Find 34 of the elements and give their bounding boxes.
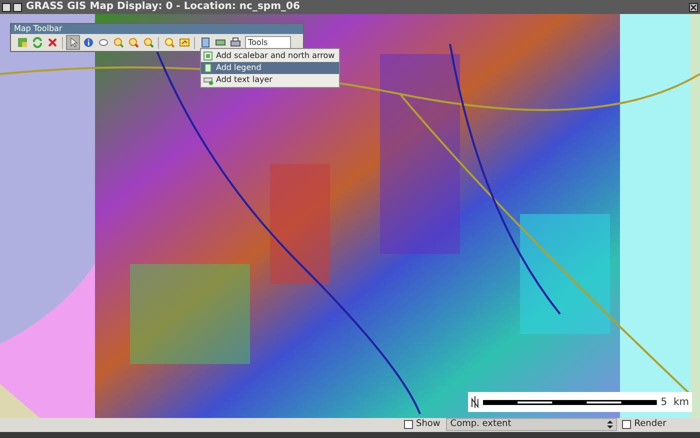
printer-icon <box>230 37 240 48</box>
refresh-icon <box>32 37 42 48</box>
document-icon <box>200 37 210 48</box>
zoom-out-icon <box>128 37 138 48</box>
map-drawing[interactable] <box>0 14 700 418</box>
menu-item[interactable]: Add scalebar and north arrow <box>201 50 339 62</box>
render-checkbox[interactable] <box>622 420 632 429</box>
tools-dropdown[interactable]: Tools <box>245 36 291 49</box>
close-icon[interactable] <box>689 2 698 12</box>
render-label: Render <box>634 418 666 431</box>
show-label: Show <box>416 418 440 431</box>
zoom-in-icon <box>112 37 124 48</box>
toolbar-title: Map Toolbar <box>11 24 303 34</box>
pointer-icon <box>68 37 78 48</box>
window-title: GRASS GIS Map Display: 0 - Location: nc_spm_06 <box>26 2 300 12</box>
zoom-back-icon <box>142 37 154 48</box>
spin-arrows-icon <box>607 420 614 429</box>
legend-icon <box>203 63 213 73</box>
tool-button[interactable] <box>81 35 95 50</box>
scale-label: 5 km <box>660 396 689 410</box>
menu-item[interactable]: Add text layer <box>201 74 339 86</box>
text-layer-icon <box>203 75 213 85</box>
scalebar-icon <box>203 51 213 61</box>
image-icon <box>178 37 190 48</box>
show-checkbox[interactable] <box>404 420 413 429</box>
info-icon <box>82 37 94 48</box>
north-arrow-icon <box>471 396 479 408</box>
menu-item[interactable]: Add legend <box>201 62 339 74</box>
extent-dropdown[interactable]: Comp. extent <box>446 418 618 431</box>
tool-button[interactable] <box>126 35 140 50</box>
tool-button[interactable] <box>66 35 80 50</box>
erase-icon <box>46 37 58 48</box>
add-map-icon <box>16 37 28 48</box>
zoom-icon <box>164 37 174 48</box>
